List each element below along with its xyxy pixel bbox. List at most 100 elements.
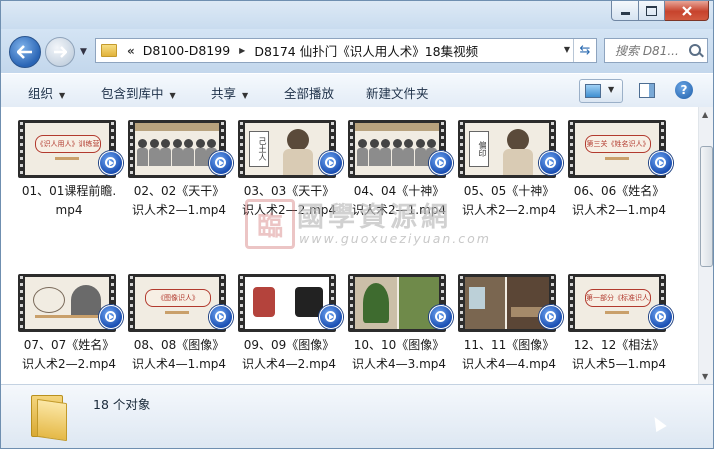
file-name[interactable]: 03、03《天干》 识人术2—2.mp4 [230,182,348,220]
include-in-library-menu[interactable]: 包含到库中 ▼ [101,83,176,102]
preview-pane-button[interactable] [639,83,655,98]
share-label: 共享 [211,86,237,101]
file-name-line1: 05、05《十神》 [463,184,555,198]
chevron-down-icon: ▼ [59,91,66,100]
help-icon[interactable]: ? [675,81,693,99]
file-name-line1: 02、02《天干》 [133,184,225,198]
details-pane: 18 个对象 [1,384,713,448]
file-name[interactable]: 06、06《姓名》 识人术2—1.mp4 [560,182,678,220]
close-button[interactable] [665,1,709,21]
media-player-icon [209,305,233,329]
file-name-line1: 10、10《图像》 [353,338,445,352]
share-menu[interactable]: 共享 ▼ [211,83,248,102]
file-name[interactable]: 08、08《图像》 识人术4—1.mp4 [120,336,238,374]
file-name-line2: mp4 [55,203,83,217]
address-bar[interactable]: « D8100-D8199 ▶ D8174 仙扑门《识人用人术》18集视频 ▼ … [95,38,597,63]
thumbnail-caption: 《识人用人》训练营 [36,140,100,148]
include-in-library-label: 包含到库中 [101,86,164,101]
minimize-button[interactable] [611,1,639,21]
thumbnail-frame [355,123,439,175]
file-name-line1: 04、04《十神》 [353,184,445,198]
file-name[interactable]: 07、07《姓名》 识人术2—2.mp4 [10,336,128,374]
file-name-line2: 识人术2—1.mp4 [571,203,667,217]
breadcrumb-parent[interactable]: D8100-D8199 [143,43,230,58]
file-name-line1: 06、06《姓名》 [573,184,665,198]
thumbnail-frame [355,277,439,329]
address-history-dropdown[interactable]: ▼ [564,45,570,54]
file-name[interactable]: 09、09《图像》 识人术4—2.mp4 [230,336,348,374]
forward-arrow-icon [54,46,67,58]
thumbnail-frame: 偏印 [465,123,549,175]
explorer-window: ▼ « D8100-D8199 ▶ D8174 仙扑门《识人用人术》18集视频 … [0,0,714,449]
back-arrow-icon [17,45,32,59]
file-name-line1: 01、01课程前瞻. [21,184,117,198]
media-player-icon [539,151,563,175]
back-button[interactable] [9,36,41,68]
file-name-line2: 识人术2—1.mp4 [131,203,227,217]
media-player-icon [429,151,453,175]
media-player-icon [319,305,343,329]
file-name-line2: 识人术4—2.mp4 [241,357,337,371]
chevron-down-icon: ▼ [242,91,249,100]
folder-icon [31,393,67,442]
file-name-line2: 识人术4—4.mp4 [461,357,557,371]
organize-label: 组织 [28,86,54,101]
recent-pages-dropdown[interactable]: ▼ [80,47,87,57]
media-player-icon [649,151,673,175]
folder-icon [101,44,117,57]
thumbnail-frame [245,277,329,329]
thumbnail-frame: 《识人用人》训练营 [25,123,109,175]
thumbnail-frame: 《图像识人》 [135,277,219,329]
thumbnail-frame: 第三关《姓名识人》 [575,123,659,175]
file-list[interactable]: 《识人用人》训练营 01、01课程前瞻. mp4 02、02《天干》 识人术2—… [1,107,698,384]
view-icon [585,84,601,98]
file-name-line2: 识人术2—2.mp4 [21,357,117,371]
file-name[interactable]: 10、10《图像》 识人术4—3.mp4 [340,336,458,374]
media-player-icon [429,305,453,329]
scroll-up-icon[interactable]: ▲ [702,110,708,119]
refresh-icon: ⇆ [579,43,591,58]
file-name-line2: 识人术2—1.mp4 [351,203,447,217]
file-name[interactable]: 04、04《十神》 识人术2—1.mp4 [340,182,458,220]
search-box[interactable] [604,38,708,63]
media-player-icon [209,151,233,175]
thumbnail-caption: 己土人 [258,137,267,161]
chevron-down-icon[interactable]: ▼ [608,85,614,94]
maximize-button[interactable] [639,1,665,21]
chevron-right-icon[interactable]: ▶ [239,46,245,55]
file-name[interactable]: 12、12《相法》 识人术5—1.mp4 [560,336,678,374]
refresh-button[interactable]: ⇆ [573,39,596,62]
media-player-icon [539,305,563,329]
search-icon[interactable] [689,44,701,56]
navigation-row: ▼ « D8100-D8199 ▶ D8174 仙扑门《识人用人术》18集视频 … [1,29,713,73]
file-name[interactable]: 11、11《图像》 识人术4—4.mp4 [450,336,568,374]
thumbnail-frame [465,277,549,329]
organize-menu[interactable]: 组织 ▼ [28,83,65,102]
change-view-button[interactable]: ▼ [579,79,623,103]
thumbnail-frame: 第一部分《标准识人》 [575,277,659,329]
breadcrumb-overflow[interactable]: « [127,44,135,58]
scrollbar-thumb[interactable] [700,146,713,267]
thumbnail-frame [135,123,219,175]
vertical-scrollbar[interactable]: ▲ ▼ [698,107,713,384]
file-name-line2: 识人术4—1.mp4 [131,357,227,371]
file-name-line1: 11、11《图像》 [463,338,555,352]
maximize-icon [646,5,657,16]
file-name-line1: 07、07《姓名》 [23,338,115,352]
play-all-button[interactable]: 全部播放 [284,83,334,102]
thumbnail-frame: 己土人 [245,123,329,175]
file-name-line2: 识人术5—1.mp4 [571,357,667,371]
thumbnail-caption: 偏印 [478,141,487,157]
forward-button[interactable] [45,37,75,67]
file-name-line1: 03、03《天干》 [243,184,335,198]
file-name[interactable]: 01、01课程前瞻. mp4 [10,182,128,220]
new-folder-button[interactable]: 新建文件夹 [366,83,429,102]
close-icon [681,5,692,16]
file-name[interactable]: 02、02《天干》 识人术2—1.mp4 [120,182,238,220]
title-bar [1,1,713,29]
file-name[interactable]: 05、05《十神》 识人术2—2.mp4 [450,182,568,220]
breadcrumb-current[interactable]: D8174 仙扑门《识人用人术》18集视频 [254,41,478,60]
search-input[interactable] [613,42,695,59]
file-name-line2: 识人术4—3.mp4 [351,357,447,371]
scroll-down-icon[interactable]: ▼ [702,372,708,381]
